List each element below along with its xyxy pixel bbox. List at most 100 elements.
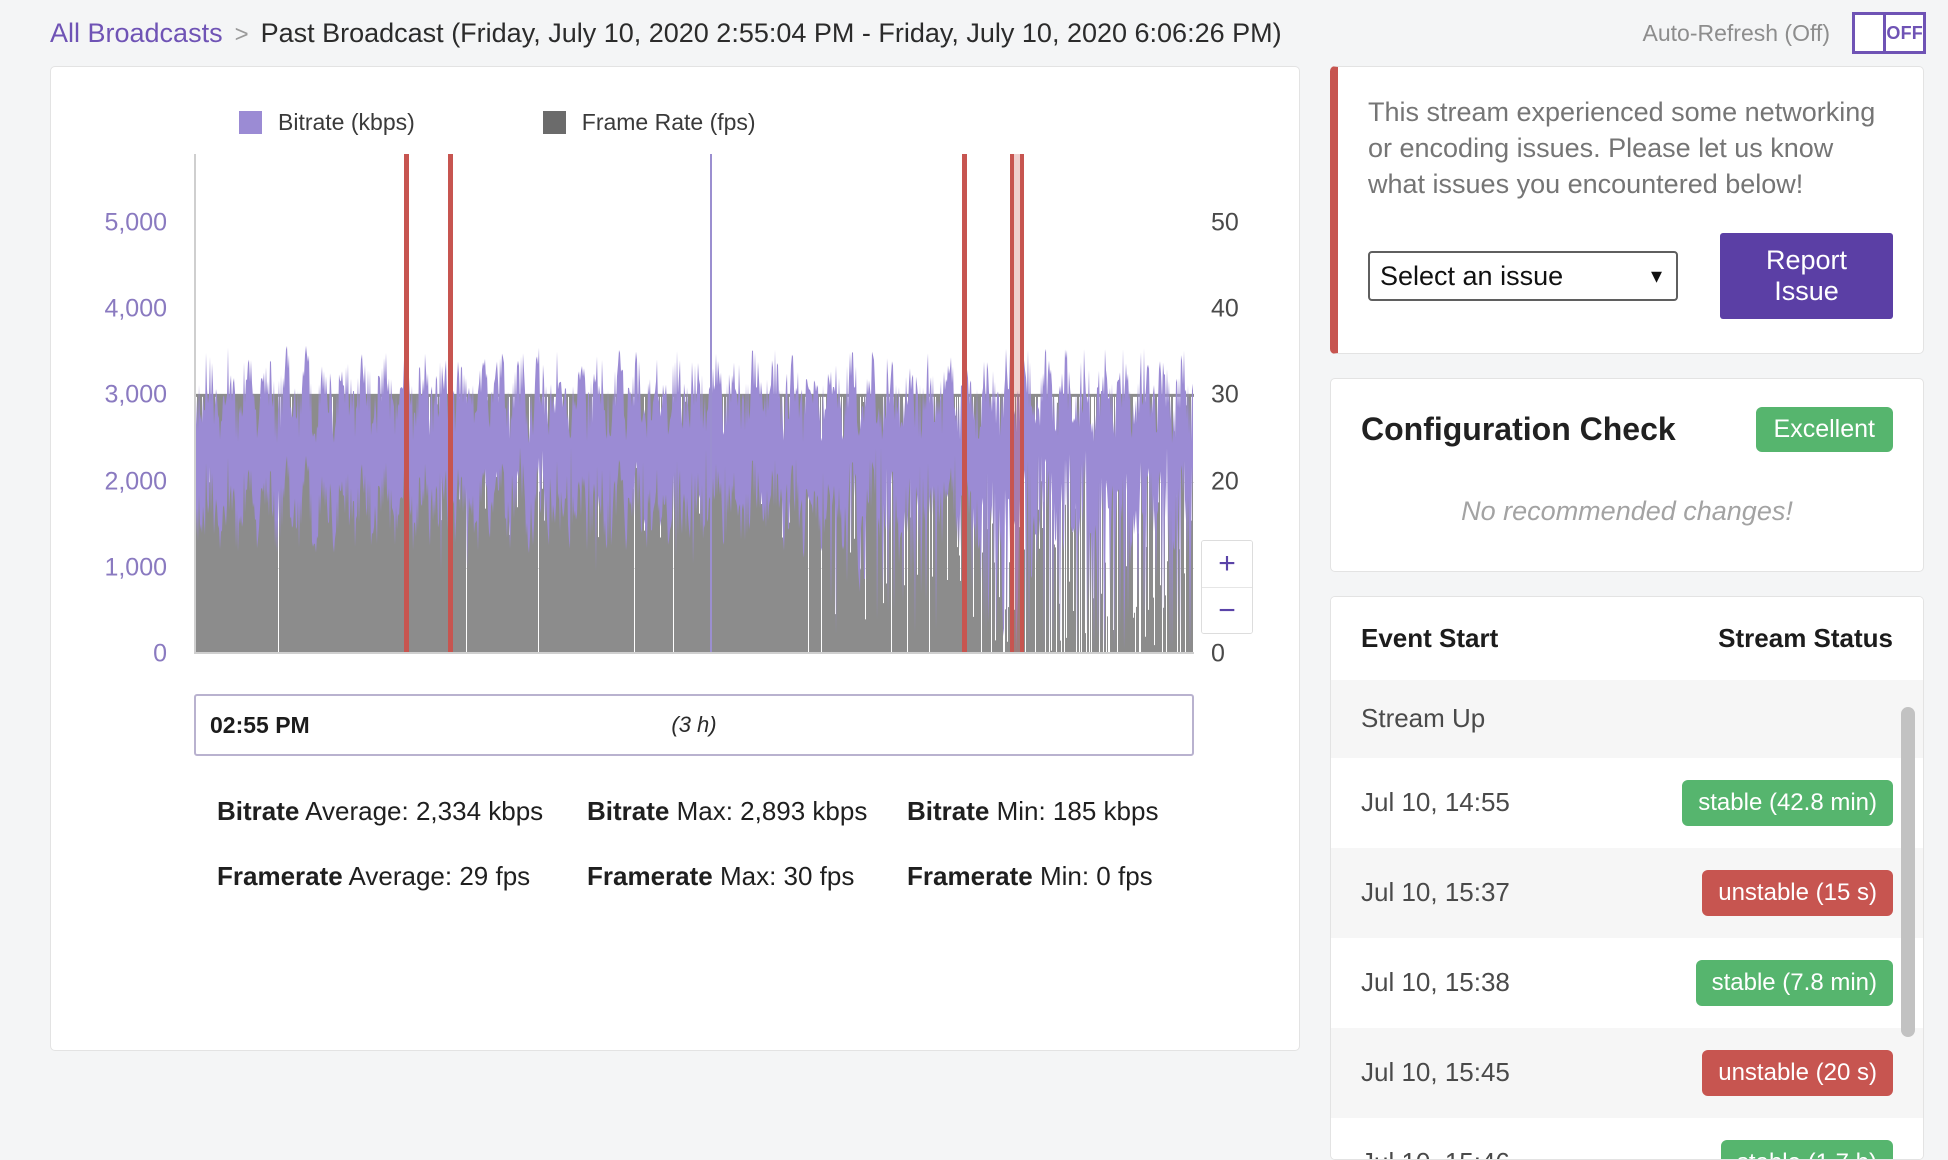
stat-metric-name: Framerate (907, 861, 1033, 891)
legend-swatch-bitrate (239, 111, 262, 134)
stat-cell: Framerate Min: 0 fps (907, 861, 1153, 892)
header-actions: Auto-Refresh (Off) OFF (1643, 12, 1926, 54)
event-start-cell: Stream Up (1361, 703, 1486, 734)
stat-row: Bitrate Average: 2,334 kbps Bitrate Max: … (217, 796, 1281, 827)
y-axis-right-tick: 20 (1211, 467, 1239, 496)
table-row[interactable]: Jul 10, 15:37 unstable (15 s) (1331, 847, 1923, 938)
y-axis-left-tick: 4,000 (104, 294, 167, 323)
breadcrumb-current-page: Past Broadcast (Friday, July 10, 2020 2:… (260, 17, 1282, 48)
stat-row: Framerate Average: 29 fps Framerate Max: … (217, 861, 1281, 892)
y-axis-left-tick: 2,000 (104, 467, 167, 496)
stream-issue-alert-card: This stream experienced some networking … (1330, 66, 1924, 354)
stat-metric-value: Min: 185 kbps (989, 796, 1159, 826)
table-row[interactable]: Jul 10, 15:38 stable (7.8 min) (1331, 937, 1923, 1028)
sidebar-column: This stream experienced some networking … (1330, 66, 1924, 1160)
report-issue-button[interactable]: Report Issue (1720, 232, 1893, 319)
stat-cell: Framerate Average: 29 fps (217, 861, 587, 892)
stat-metric-name: Bitrate (217, 796, 300, 826)
stat-metric-name: Framerate (217, 861, 343, 891)
table-row[interactable]: Jul 10, 15:45 unstable (20 s) (1331, 1027, 1923, 1118)
events-table-body: Stream Up Jul 10, 14:55 stable (42.8 min) J… (1331, 679, 1923, 1159)
issue-select-wrapper: Select an issue ▾ (1368, 250, 1678, 301)
y-axis-left-tick: 1,000 (104, 553, 167, 582)
legend-label-frame-rate: Frame Rate (fps) (581, 109, 756, 135)
stream-status-badge: stable (42.8 min) (1682, 779, 1893, 826)
table-row[interactable]: Jul 10, 14:55 stable (42.8 min) (1331, 757, 1923, 848)
time-range-selector[interactable]: 02:55 PM (3 h) (194, 694, 1194, 756)
stat-metric-name: Bitrate (587, 796, 670, 826)
stat-metric-value: Average: 29 fps (342, 861, 531, 891)
column-header-event-start: Event Start (1361, 622, 1499, 653)
chart-zoom-controls[interactable]: + − (1201, 540, 1253, 634)
y-axis-left: 0 1,000 2,000 3,000 4,000 5,000 (69, 154, 179, 667)
y-axis-right-tick: 50 (1211, 208, 1239, 237)
chart-legend: Bitrate (kbps) Frame Rate (fps) (69, 89, 1281, 136)
chart-summary-stats: Bitrate Average: 2,334 kbps Bitrate Max: … (217, 796, 1281, 892)
chart-axis-baseline (194, 652, 1194, 654)
configuration-check-card: Configuration Check Excellent No recomme… (1330, 377, 1924, 572)
event-start-cell: Jul 10, 14:55 (1361, 787, 1510, 818)
y-axis-right-tick: 40 (1211, 294, 1239, 323)
auto-refresh-toggle[interactable]: OFF (1852, 12, 1926, 54)
breadcrumb-link-all-broadcasts[interactable]: All Broadcasts (50, 18, 223, 49)
configuration-check-body: No recommended changes! (1461, 495, 1793, 526)
stat-cell: Bitrate Average: 2,334 kbps (217, 796, 587, 827)
stream-metrics-chart-card: Bitrate (kbps) Frame Rate (fps) 0 1,000 2,… (50, 66, 1300, 1051)
page-header: All Broadcasts > Past Broadcast (Friday,… (0, 0, 1948, 66)
event-start-cell: Jul 10, 15:38 (1361, 967, 1510, 998)
y-axis-left-tick: 3,000 (104, 380, 167, 409)
events-table-header: Event Start Stream Status (1331, 596, 1923, 680)
chart-event-line (962, 154, 967, 654)
stat-metric-name: Framerate (587, 861, 713, 891)
chart-event-line (448, 154, 453, 654)
legend-label-bitrate: Bitrate (kbps) (278, 109, 415, 135)
stat-metric-name: Bitrate (907, 796, 990, 826)
table-row[interactable]: Jul 10, 15:46 stable (1.7 h) (1331, 1117, 1923, 1159)
legend-item-bitrate[interactable]: Bitrate (kbps) (239, 109, 415, 136)
toggle-state-label: OFF (1886, 22, 1923, 43)
chart-top-mask (194, 154, 1194, 396)
y-axis-left-tick: 0 (153, 639, 167, 668)
zoom-out-button[interactable]: − (1202, 587, 1252, 633)
y-axis-right-tick: 0 (1211, 639, 1225, 668)
stat-metric-value: Max: 2,893 kbps (669, 796, 868, 826)
stream-status-badge: unstable (20 s) (1702, 1049, 1893, 1096)
status-badge: Excellent (1755, 406, 1893, 452)
chart-event-line (404, 154, 409, 654)
configuration-check-title: Configuration Check (1361, 410, 1676, 447)
range-duration: (3 h) (671, 712, 717, 737)
y-axis-left-tick: 5,000 (104, 208, 167, 237)
stat-cell: Bitrate Min: 185 kbps (907, 796, 1158, 827)
events-scrollbar-thumb[interactable] (1901, 706, 1915, 1037)
chart-axis-left-line (194, 154, 196, 654)
stat-cell: Bitrate Max: 2,893 kbps (587, 796, 907, 827)
auto-refresh-label: Auto-Refresh (Off) (1642, 19, 1830, 46)
alert-message: This stream experienced some networking … (1368, 97, 1876, 199)
events-scrollbar[interactable] (1901, 706, 1915, 1143)
range-start-time: 02:55 PM (210, 711, 310, 738)
stream-status-badge: stable (7.8 min) (1695, 959, 1893, 1006)
event-start-cell: Jul 10, 15:45 (1361, 1057, 1510, 1088)
event-start-cell: Jul 10, 15:46 (1361, 1147, 1510, 1159)
stat-metric-value: Max: 30 fps (712, 861, 855, 891)
page-body: Bitrate (kbps) Frame Rate (fps) 0 1,000 2,… (0, 66, 1948, 1160)
chart-column: Bitrate (kbps) Frame Rate (fps) 0 1,000 2,… (50, 66, 1300, 1160)
chart-series-canvas (194, 154, 1194, 654)
stream-status-badge: stable (1.7 h) (1720, 1139, 1893, 1159)
y-axis-right-tick: 30 (1211, 380, 1239, 409)
configuration-check-header: Configuration Check Excellent (1361, 406, 1893, 452)
zoom-in-button[interactable]: + (1202, 541, 1252, 587)
stat-metric-value: Min: 0 fps (1032, 861, 1153, 891)
toggle-knob (1855, 15, 1887, 51)
issue-select[interactable]: Select an issue (1368, 250, 1678, 301)
breadcrumb-separator-icon: > (234, 20, 249, 48)
stat-metric-value: Average: 2,334 kbps (299, 796, 544, 826)
breadcrumb: All Broadcasts > Past Broadcast (Friday,… (50, 18, 1282, 49)
legend-item-frame-rate[interactable]: Frame Rate (fps) (542, 109, 756, 136)
chart-series-plot[interactable] (194, 154, 1194, 654)
event-start-cell: Jul 10, 15:37 (1361, 877, 1510, 908)
alert-controls: Select an issue ▾ Report Issue (1368, 232, 1893, 319)
table-row[interactable]: Stream Up (1331, 679, 1923, 758)
chart-navigator-line (710, 154, 712, 654)
chart-plot-area[interactable]: 01,0002,0003,0004,0005,000 01020304050 +… (69, 154, 1281, 668)
